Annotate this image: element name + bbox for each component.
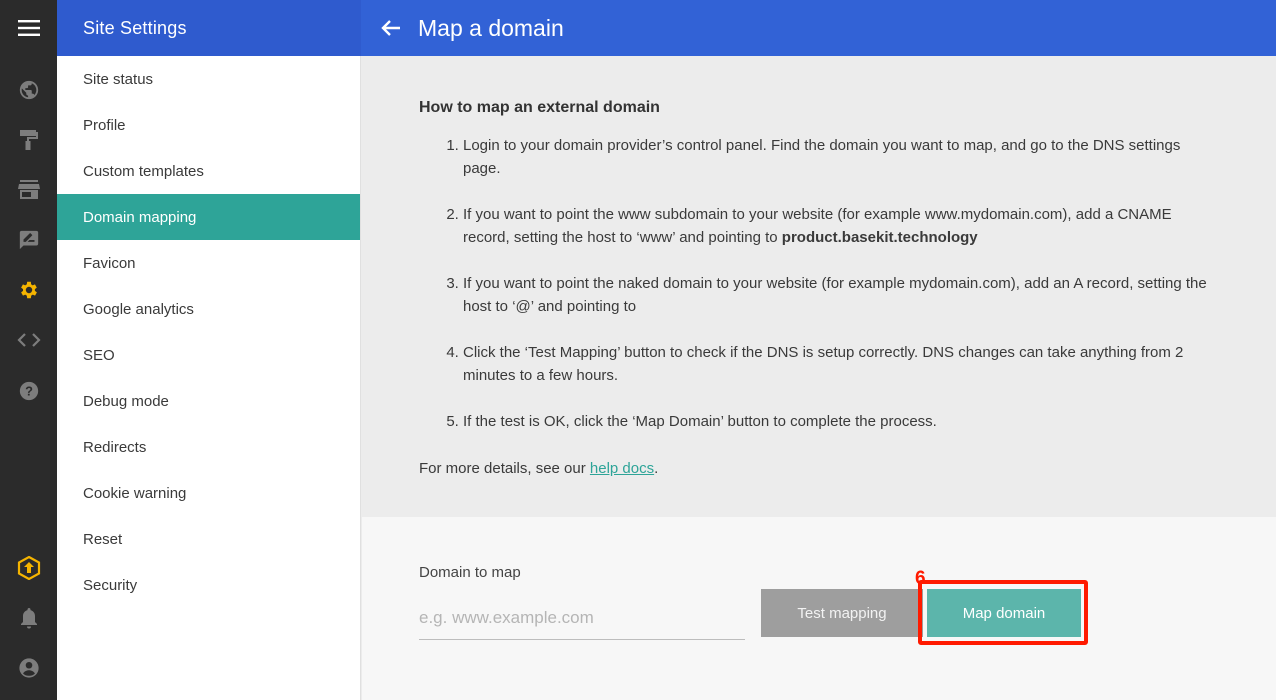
instruction-step-1: Login to your domain provider’s control … — [463, 134, 1209, 180]
step-number-badge: 6 — [915, 568, 926, 589]
more-details: For more details, see our help docs. — [419, 457, 1209, 480]
icon-rail: ? — [0, 0, 57, 700]
domain-form: Domain to map Test mapping Map domain 6 — [362, 517, 1276, 700]
sidebar-item-custom-templates[interactable]: Custom templates — [57, 148, 360, 194]
sidebar-item-site-status[interactable]: Site status — [57, 56, 360, 102]
settings-sidebar: Site status Profile Custom templates Dom… — [57, 56, 361, 700]
sidebar-item-favicon[interactable]: Favicon — [57, 240, 360, 286]
sidebar-item-debug-mode[interactable]: Debug mode — [57, 378, 360, 424]
instructions-heading: How to map an external domain — [419, 99, 660, 116]
sidebar-item-security[interactable]: Security — [57, 562, 360, 608]
sidebar-item-redirects[interactable]: Redirects — [57, 424, 360, 470]
menu-icon[interactable] — [0, 0, 57, 56]
sidebar-title: Site Settings — [57, 0, 361, 56]
instruction-step-3: If you want to point the naked domain to… — [463, 272, 1209, 318]
globe-icon[interactable] — [0, 70, 57, 110]
instruction-step-2: If you want to point the www subdomain t… — [463, 203, 1209, 249]
sidebar-item-domain-mapping[interactable]: Domain mapping — [57, 194, 360, 240]
map-domain-button[interactable]: Map domain — [927, 589, 1081, 637]
gear-icon[interactable] — [0, 270, 57, 310]
instruction-step-4: Click the ‘Test Mapping’ button to check… — [463, 341, 1209, 387]
instructions: How to map an external domain Login to y… — [419, 96, 1209, 480]
svg-text:?: ? — [25, 384, 33, 399]
arrow-back-icon[interactable] — [361, 0, 421, 56]
instructions-list: Login to your domain provider’s control … — [419, 134, 1209, 433]
sidebar-item-profile[interactable]: Profile — [57, 102, 360, 148]
sidebar-item-seo[interactable]: SEO — [57, 332, 360, 378]
more-details-suffix: . — [654, 460, 659, 477]
page-title: Map a domain — [418, 14, 564, 41]
domain-input[interactable] — [419, 597, 745, 640]
feedback-icon[interactable] — [0, 220, 57, 260]
sidebar-item-cookie-warning[interactable]: Cookie warning — [57, 470, 360, 516]
upgrade-icon[interactable] — [0, 548, 57, 588]
help-icon[interactable]: ? — [0, 371, 57, 411]
page-header: Map a domain — [361, 0, 1276, 56]
help-docs-link[interactable]: help docs — [590, 460, 654, 477]
sidebar-item-google-analytics[interactable]: Google analytics — [57, 286, 360, 332]
code-icon[interactable] — [0, 320, 57, 360]
domain-field-label: Domain to map — [419, 564, 521, 581]
more-details-prefix: For more details, see our — [419, 460, 590, 477]
bell-icon[interactable] — [0, 598, 57, 638]
test-mapping-button[interactable]: Test mapping — [761, 589, 923, 637]
store-icon[interactable] — [0, 170, 57, 210]
instructions-panel: How to map an external domain Login to y… — [362, 56, 1276, 517]
account-icon[interactable] — [0, 648, 57, 688]
sidebar-item-reset[interactable]: Reset — [57, 516, 360, 562]
paint-roller-icon[interactable] — [0, 120, 57, 160]
cname-target: product.basekit.technology — [781, 229, 978, 246]
instruction-step-5: If the test is OK, click the ‘Map Domain… — [463, 410, 1209, 433]
